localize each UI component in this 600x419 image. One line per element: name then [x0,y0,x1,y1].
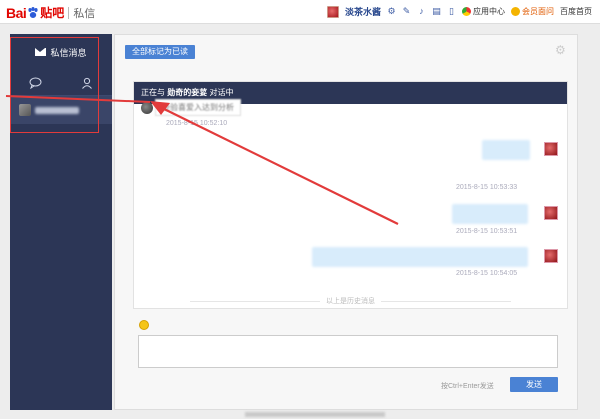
sidebar-header: 私信消息 [10,34,112,70]
vip-link[interactable]: 会员面问 [511,6,554,17]
sidebar: 私信消息 [10,34,112,410]
logo-sub-text: 私信 [73,7,96,20]
logo-tieba-text: 贴吧 [40,6,65,20]
contact-item[interactable] [10,96,112,124]
chat-window: 正在与 勋奇的妾荽 对话中 经验喜爱入达到分析 2015-8-15 10:52:… [133,81,568,309]
person-icon [81,77,92,89]
baidu-tieba-logo[interactable]: Bai 贴吧 私信 [6,4,95,21]
vip-label: 会员面问 [522,7,554,16]
message-incoming: 经验喜爱入达到分析 [141,99,241,116]
history-divider: 以上是历史消息 [134,296,567,306]
app-center-link[interactable]: 应用中心 [462,6,505,17]
chat-partner-name[interactable]: 勋奇的妾荽 [167,88,207,97]
mark-all-read-button[interactable]: 全部标记为已读 [125,45,195,59]
inbox-icon[interactable]: ▤ [432,7,441,16]
contact-avatar [19,104,31,116]
logo-divider [68,6,70,19]
tab-messages[interactable] [10,70,61,95]
app-center-label: 应用中心 [473,7,505,16]
message-time: 2015-8-15 10:54:05 [456,270,518,277]
self-avatar[interactable] [544,249,558,263]
self-avatar[interactable] [544,142,558,156]
sidebar-title: 私信消息 [50,47,87,58]
settings-icon[interactable]: ⚙ [387,7,396,16]
self-avatar[interactable] [544,206,558,220]
message-time: 2015-8-15 10:52:10 [166,120,228,127]
gear-icon[interactable]: ⚙ [555,44,567,56]
send-button[interactable]: 发送 [510,377,558,392]
tab-contacts[interactable] [61,70,112,95]
paw-icon [28,6,38,18]
message-outgoing-bubble [452,204,528,224]
message-outgoing-bubble [482,140,530,160]
mobile-icon[interactable]: ▯ [447,7,456,16]
username-link[interactable]: 淡茶水酱 [345,5,381,18]
baidu-home-link[interactable]: 百度首页 [560,6,592,17]
chat-bubble-icon [29,77,42,89]
vip-icon [511,7,520,16]
sidebar-tabs [10,70,112,96]
main-panel: 全部标记为已读 ⚙ 正在与 勋奇的妾荽 对话中 经验喜爱入达到分析 2015-8… [114,34,578,410]
app-center-icon [462,7,471,16]
message-time: 2015-8-15 10:53:51 [456,228,518,235]
send-hint: 按Ctrl+Enter发送 [441,383,494,390]
chat-header-prefix: 正在与 [141,88,165,97]
partner-avatar[interactable] [141,101,153,114]
top-bar: Bai 贴吧 私信 淡茶水酱 ⚙ ✎ ♪ ▤ ▯ 应用中心 会员面问 百度首页 [0,0,600,24]
footer-text-blurred [245,412,385,417]
bell-icon[interactable]: ♪ [417,7,426,16]
edit-icon[interactable]: ✎ [402,7,411,16]
emoji-icon[interactable] [139,320,149,330]
top-nav: 淡茶水酱 ⚙ ✎ ♪ ▤ ▯ 应用中心 会员面问 百度首页 [326,5,592,18]
message-time: 2015-8-15 10:53:33 [456,184,518,191]
message-compose-input[interactable] [138,335,558,368]
message-text: 经验喜爱入达到分析 [155,99,241,116]
user-avatar[interactable] [326,5,339,18]
envelope-icon [35,48,47,56]
chat-header-suffix: 对话中 [209,88,234,97]
message-outgoing-bubble [312,247,528,267]
contact-name-blurred [35,106,79,114]
logo-bai-text: Bai [6,4,27,21]
